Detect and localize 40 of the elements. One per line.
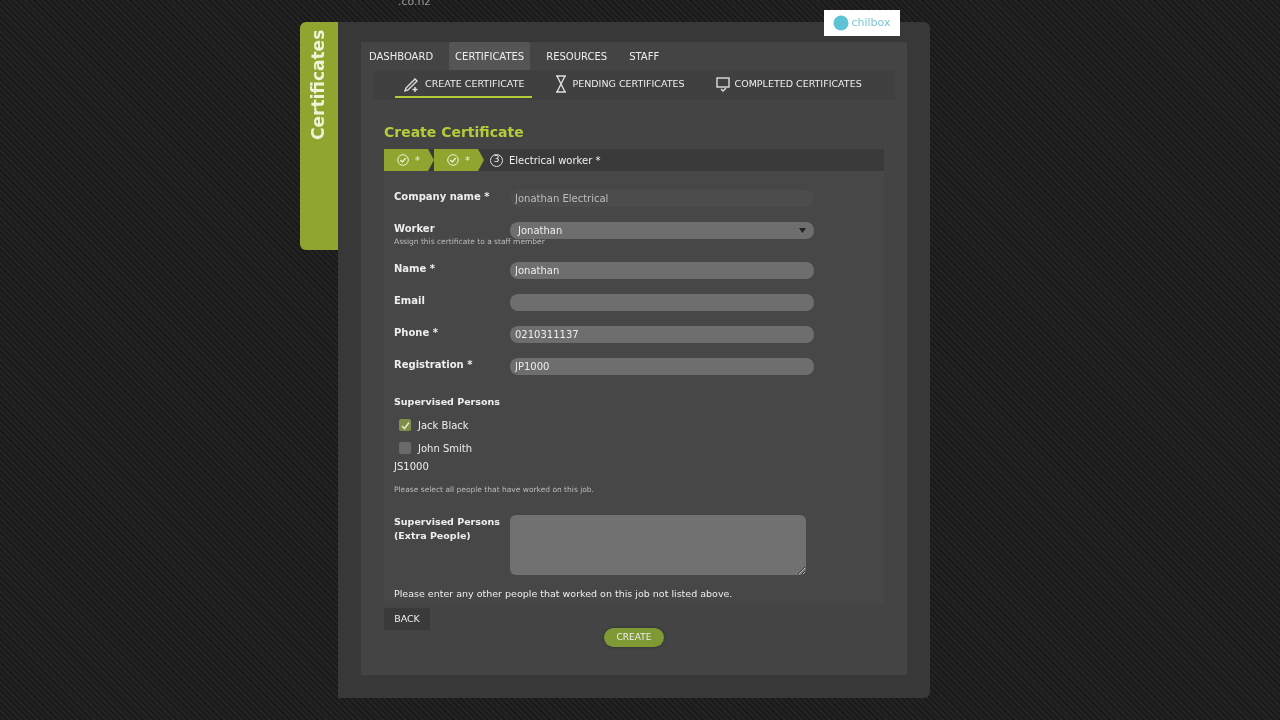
person-name: Jack Black: [418, 418, 469, 433]
field-label: Phone *: [394, 326, 439, 341]
field-label: Worker: [394, 222, 436, 236]
person-registration: JS1000: [394, 459, 430, 474]
check-icon: [400, 420, 410, 430]
input-field[interactable]: Jonathan: [510, 262, 814, 280]
sub-tab[interactable]: PENDING CERTIFICATES: [546, 72, 693, 98]
section-label: Supervised Persons: [394, 395, 501, 410]
monitor-icon: [714, 76, 731, 92]
input-field[interactable]: [510, 294, 814, 312]
hourglass-icon: [554, 75, 569, 93]
field-label: Supervised Persons: [394, 514, 501, 529]
sub-tab[interactable]: CREATE CERTIFICATE: [395, 72, 533, 98]
brand-badge: chilbox: [824, 10, 900, 36]
field-label: Company name *: [394, 190, 491, 204]
create-button[interactable]: CREATE: [604, 628, 664, 647]
sub-tab[interactable]: COMPLETED CERTIFICATES: [706, 72, 870, 98]
worker-select[interactable]: Jonathan: [510, 222, 814, 239]
completed-step[interactable]: *: [434, 149, 484, 171]
field-hint: Please enter any other people that worked on this job not listed above.: [394, 586, 734, 601]
input-field[interactable]: JP1000: [510, 358, 814, 376]
input-field[interactable]: 0210311137: [510, 326, 814, 344]
brand-logo-icon: [833, 15, 850, 31]
checkbox[interactable]: [399, 442, 411, 454]
check-circle-icon: [447, 154, 459, 166]
nav-tab[interactable]: CERTIFICATES: [449, 42, 531, 70]
extra-people-field[interactable]: [510, 514, 806, 575]
back-button[interactable]: BACK: [384, 608, 430, 630]
field-label: Name *: [394, 262, 437, 277]
sidebar-tab[interactable]: Certificates: [300, 22, 338, 250]
field-label: Email: [394, 294, 426, 309]
check-circle-icon: [397, 154, 409, 166]
field-label: Registration *: [394, 358, 474, 373]
current-step-label: Electrical worker *: [509, 153, 601, 168]
dropdown-caret-icon: [799, 228, 806, 233]
completed-step[interactable]: *: [384, 149, 434, 171]
field-label: (Extra People): [394, 528, 472, 543]
person-name: John Smith: [418, 441, 473, 456]
page-heading: Create Certificate: [384, 123, 525, 142]
checkbox[interactable]: [399, 419, 411, 431]
